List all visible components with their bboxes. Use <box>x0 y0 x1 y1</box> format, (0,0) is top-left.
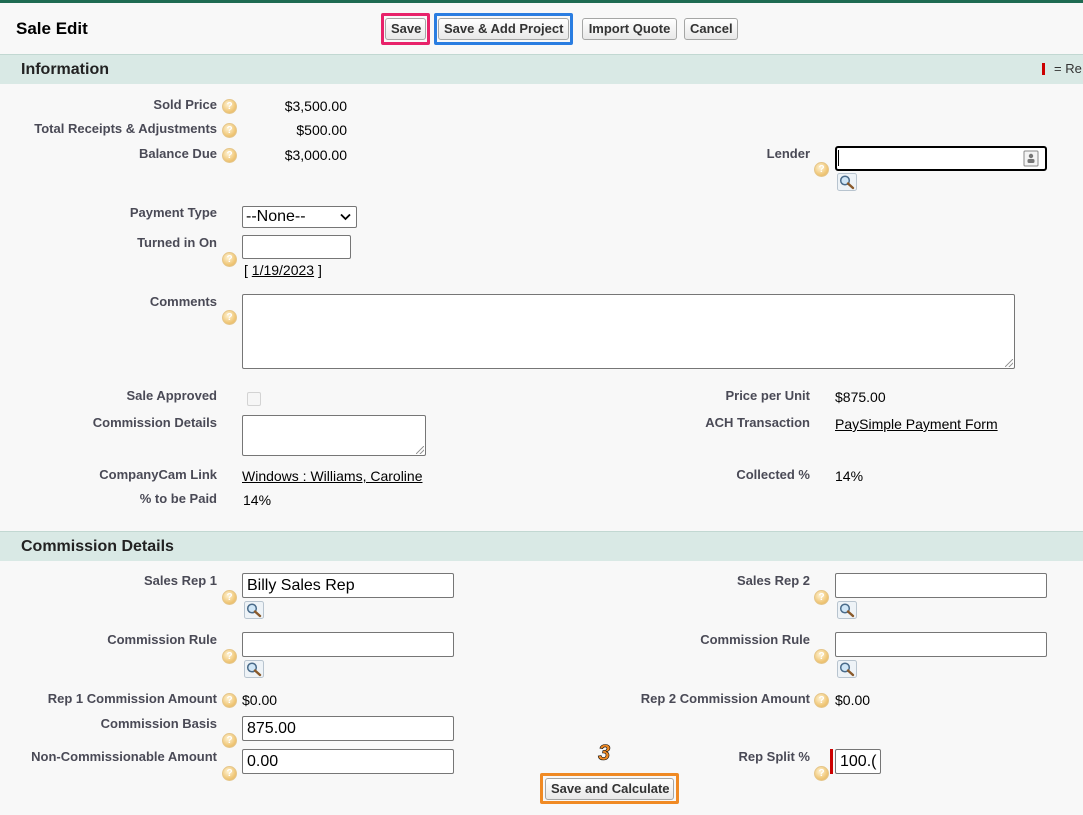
save-add-project-button[interactable]: Save & Add Project <box>438 18 569 40</box>
sale-approved-label: Sale Approved <box>126 388 217 403</box>
lender-input[interactable] <box>835 146 1047 171</box>
total-receipts-label: Total Receipts & Adjustments <box>34 121 217 136</box>
price-per-unit-label: Price per Unit <box>725 388 810 403</box>
rep-1-commission-amount-label: Rep 1 Commission Amount <box>47 691 217 706</box>
commission-rule-2-input[interactable] <box>835 632 1047 657</box>
today-date-link[interactable]: 1/19/2023 <box>252 262 314 278</box>
payment-type-label: Payment Type <box>129 205 217 220</box>
help-icon[interactable]: ? <box>814 649 829 664</box>
help-icon[interactable]: ? <box>222 310 237 325</box>
help-icon[interactable]: ? <box>222 590 237 605</box>
help-icon[interactable]: ? <box>222 693 237 708</box>
non-commissionable-amount-input[interactable]: 0.00 <box>242 749 454 774</box>
cancel-button[interactable]: Cancel <box>684 18 738 40</box>
help-icon[interactable]: ? <box>222 123 237 138</box>
commission-basis-label: Commission Basis <box>100 716 217 731</box>
sales-rep-2-label: Sales Rep 2 <box>737 573 810 588</box>
ach-transaction-label: ACH Transaction <box>705 415 810 430</box>
sales-rep-1-label: Sales Rep 1 <box>144 573 217 588</box>
sold-price-value: $3,500.00 <box>284 98 347 114</box>
information-section-header: Information = Re <box>0 54 1083 84</box>
price-per-unit-value: $875.00 <box>835 389 886 405</box>
rep-2-commission-amount-label: Rep 2 Commission Amount <box>640 691 810 706</box>
collected-percent-value: 14% <box>835 468 864 484</box>
bracket-close: ] <box>314 262 322 278</box>
paysimple-payment-form-link[interactable]: PaySimple Payment Form <box>835 416 998 432</box>
commission-details-textarea[interactable] <box>242 415 426 456</box>
help-icon[interactable]: ? <box>222 148 237 163</box>
balance-due-label: Balance Due <box>138 146 217 161</box>
commission-section-title: Commission Details <box>21 538 174 555</box>
percent-to-be-paid-label: % to be Paid <box>139 491 217 506</box>
required-indicator <box>1042 63 1045 75</box>
sale-approved-checkbox[interactable] <box>247 392 261 406</box>
rep-split-label: Rep Split % <box>738 749 810 764</box>
save-button[interactable]: Save <box>385 18 426 40</box>
sold-price-label: Sold Price <box>153 97 217 112</box>
turned-in-on-label: Turned in On <box>137 235 217 250</box>
rep-1-commission-amount-value: $0.00 <box>242 692 278 708</box>
top-accent-line <box>0 0 1083 3</box>
commission-rule-1-input[interactable] <box>242 632 454 657</box>
balance-due-value: $3,000.00 <box>284 147 347 163</box>
required-field-indicator <box>830 749 833 774</box>
rep-split-input[interactable]: 100.( <box>835 749 881 774</box>
help-icon[interactable]: ? <box>814 162 829 177</box>
turned-in-on-input[interactable] <box>242 235 351 259</box>
rep-2-commission-amount-value: $0.00 <box>835 692 871 708</box>
text-cursor <box>838 150 839 166</box>
help-icon[interactable]: ? <box>814 766 829 781</box>
help-icon[interactable]: ? <box>222 733 237 748</box>
commission-details-label: Commission Details <box>92 415 217 430</box>
help-icon[interactable]: ? <box>814 590 829 605</box>
payment-type-select[interactable]: --None-- <box>242 206 357 228</box>
help-icon[interactable]: ? <box>222 766 237 781</box>
help-icon[interactable]: ? <box>814 693 829 708</box>
page-title: Sale Edit <box>16 19 88 38</box>
commission-rule-1-label: Commission Rule <box>107 632 217 647</box>
lookup-magnifier-icon[interactable] <box>244 660 264 678</box>
import-quote-button[interactable]: Import Quote <box>582 18 677 40</box>
help-icon[interactable]: ? <box>222 252 237 267</box>
total-receipts-value: $500.00 <box>296 122 347 138</box>
help-icon[interactable]: ? <box>222 99 237 114</box>
comments-label: Comments <box>149 294 217 309</box>
today-date-shortcut: [ 1/19/2023 ] <box>244 262 322 278</box>
lookup-magnifier-icon[interactable] <box>837 173 857 191</box>
collected-percent-label: Collected % <box>736 467 810 482</box>
companycam-link[interactable]: Windows : Williams, Caroline <box>242 468 422 484</box>
sales-rep-2-input[interactable] <box>835 573 1047 598</box>
help-icon[interactable]: ? <box>222 649 237 664</box>
lender-label: Lender <box>766 146 810 161</box>
contact-card-icon[interactable] <box>1023 150 1039 167</box>
resize-grip-icon[interactable] <box>416 446 424 454</box>
lookup-magnifier-icon[interactable] <box>837 601 857 619</box>
callout-number-3: 3 <box>598 740 611 766</box>
required-legend: = Re <box>1054 61 1082 76</box>
non-commissionable-amount-label: Non-Commissionable Amount <box>31 749 217 764</box>
resize-grip-icon[interactable] <box>1005 359 1013 367</box>
companycam-link-label: CompanyCam Link <box>99 467 217 482</box>
commission-rule-2-label: Commission Rule <box>700 632 810 647</box>
sales-rep-1-input[interactable]: Billy Sales Rep <box>242 573 454 598</box>
save-and-calculate-button[interactable]: Save and Calculate <box>545 778 674 800</box>
chevron-down-icon <box>340 213 351 221</box>
percent-to-be-paid-value: 14% <box>243 492 272 508</box>
commission-basis-input[interactable]: 875.00 <box>242 716 454 741</box>
lookup-magnifier-icon[interactable] <box>837 660 857 678</box>
commission-section-header: Commission Details <box>0 531 1083 561</box>
payment-type-selected: --None-- <box>246 208 306 225</box>
information-section-title: Information <box>21 61 109 78</box>
lookup-magnifier-icon[interactable] <box>244 601 264 619</box>
bracket-open: [ <box>244 262 252 278</box>
comments-textarea[interactable] <box>242 294 1015 369</box>
